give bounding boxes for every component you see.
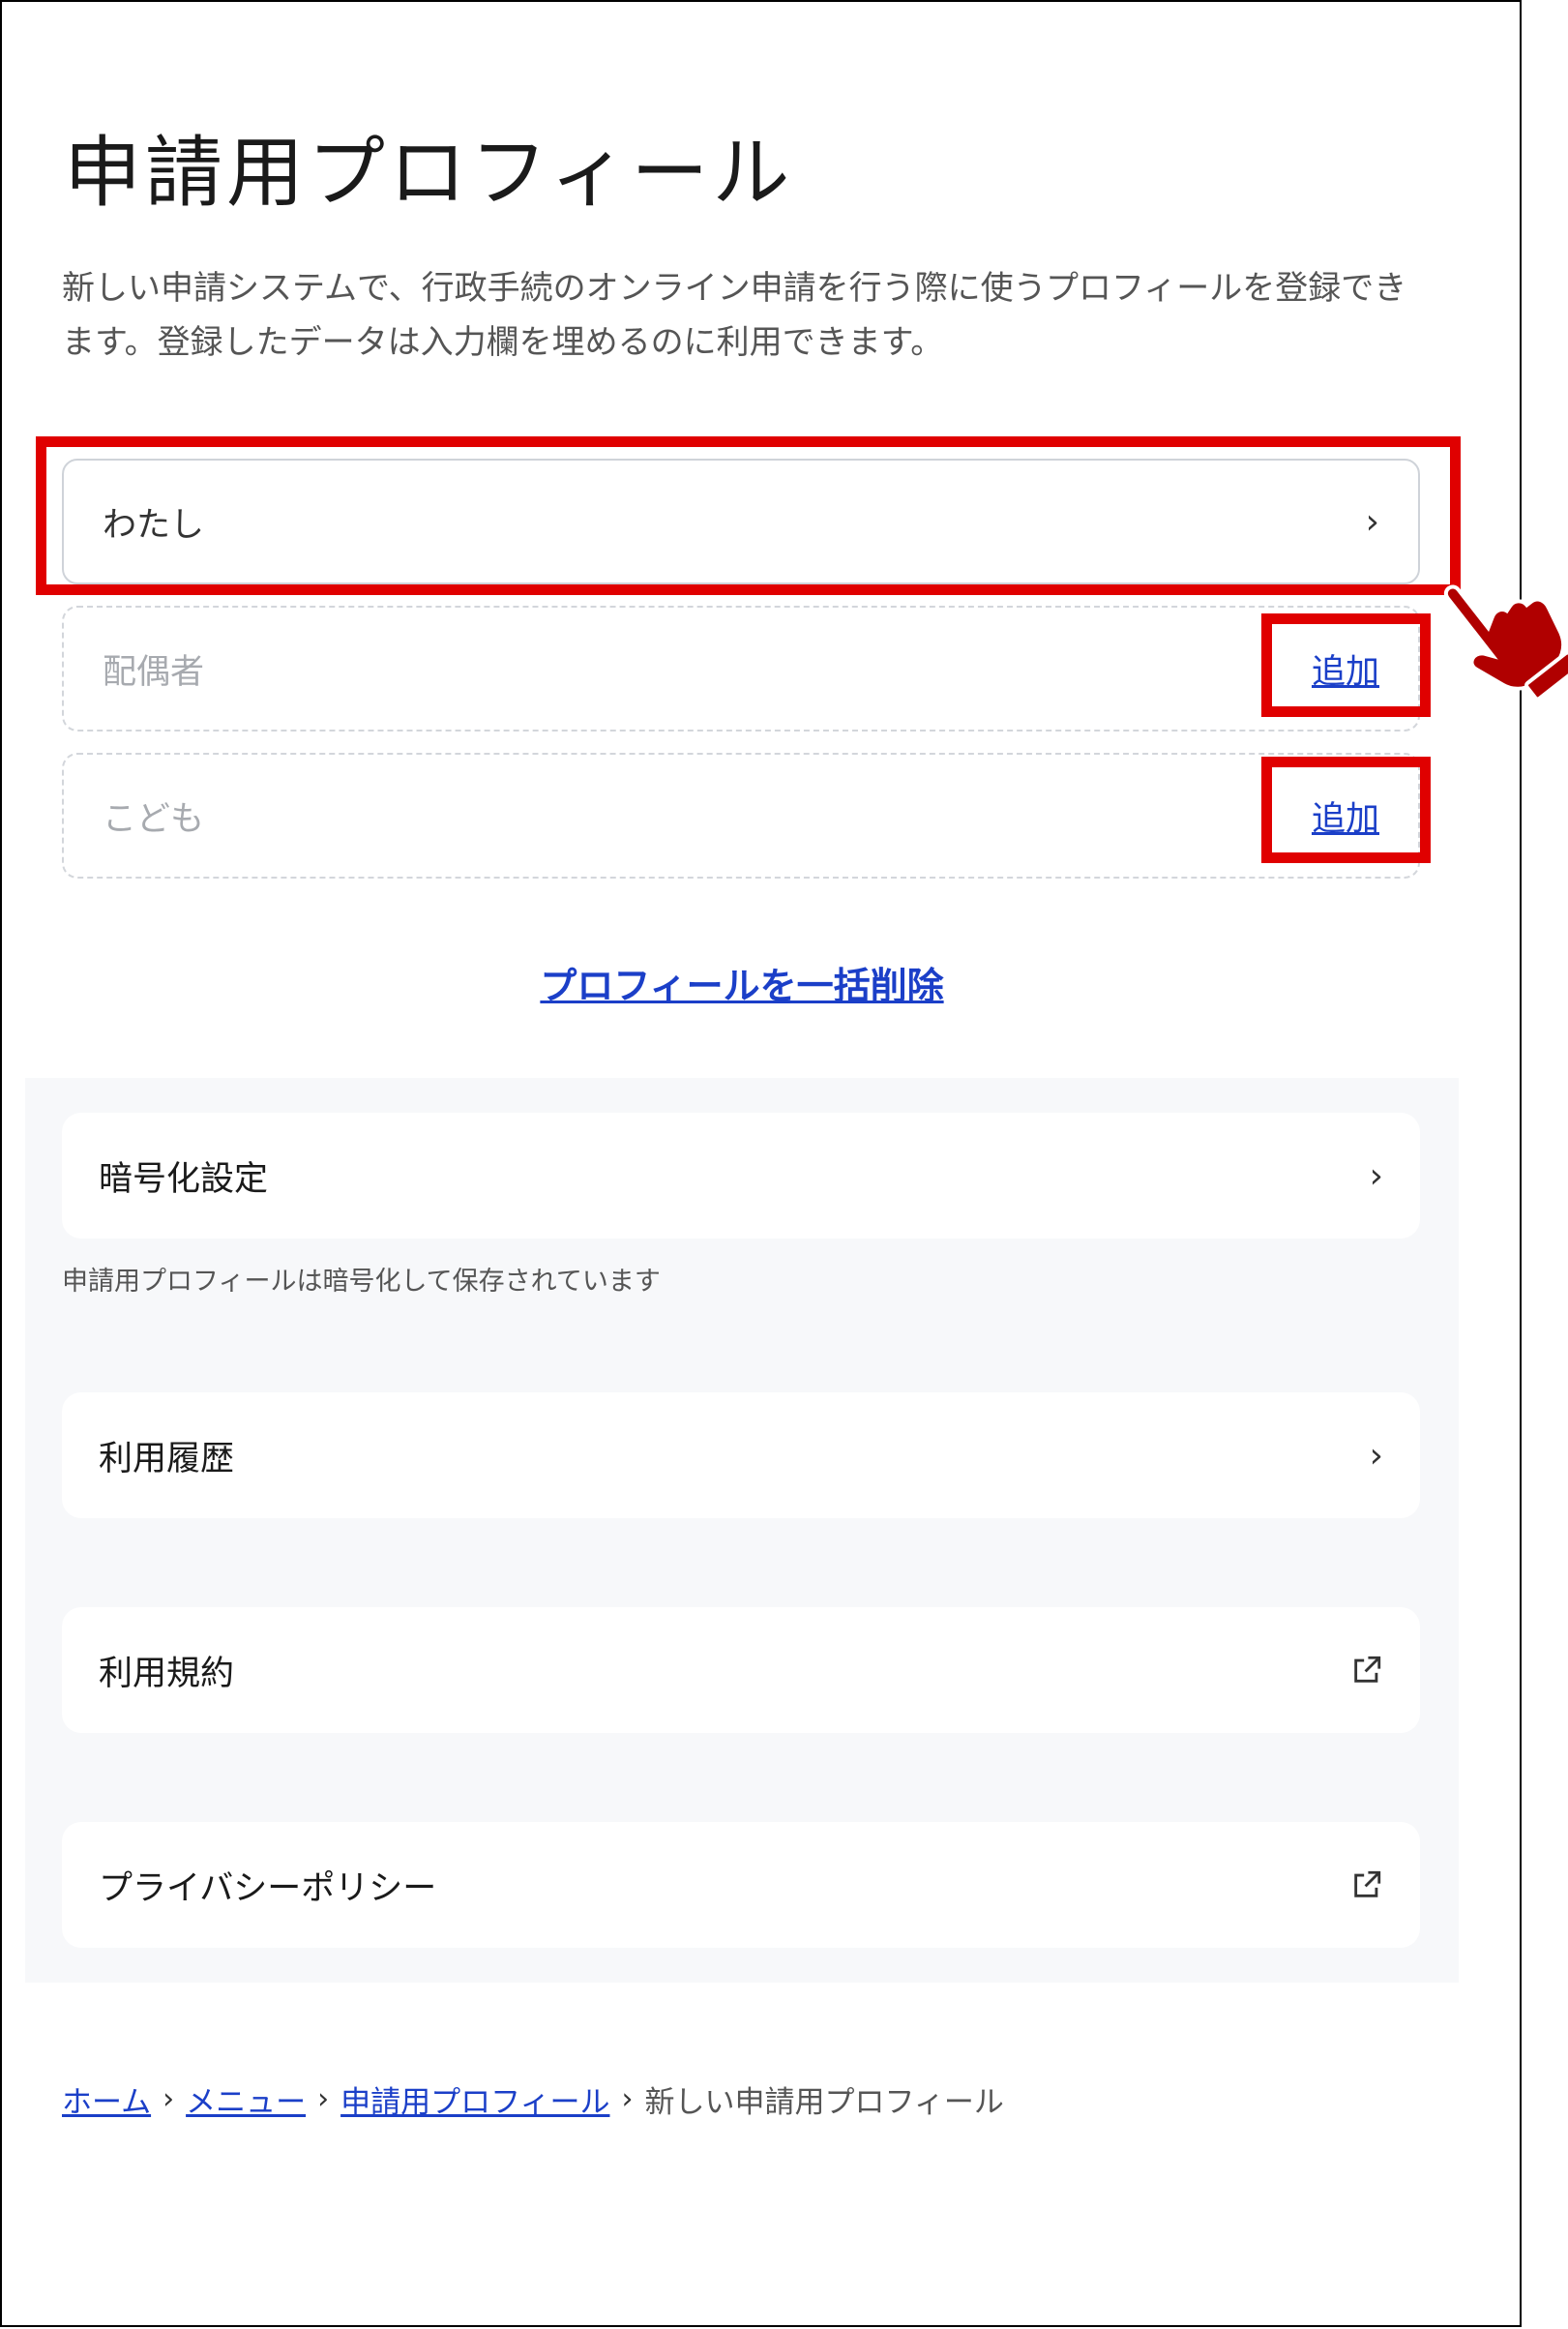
profile-card-me[interactable]: わたし › — [62, 459, 1420, 584]
chevron-right-icon: › — [1369, 1435, 1383, 1476]
add-spouse-link[interactable]: 追加 — [1312, 644, 1379, 694]
profile-label-spouse: 配偶者 — [103, 652, 205, 692]
menu-label-history: 利用履歴 — [99, 1439, 235, 1478]
profile-card-spouse: 配偶者 追加 — [62, 606, 1420, 732]
breadcrumb-profile[interactable]: 申請用プロフィール — [340, 2077, 609, 2121]
bulk-delete-link[interactable]: プロフィールを一括削除 — [2, 956, 1482, 1009]
menu-label-encryption: 暗号化設定 — [99, 1159, 269, 1199]
profile-card-child: こども 追加 — [62, 753, 1420, 879]
profile-label-child: こども — [103, 799, 205, 839]
menu-label-privacy: プライバシーポリシー — [99, 1868, 437, 1908]
chevron-right-icon: › — [1365, 501, 1379, 542]
page-frame: 申請用プロフィール 新しい申請システムで、行政手続のオンライン申請を行う際に使う… — [0, 0, 1522, 2327]
chevron-right-icon: › — [1369, 1155, 1383, 1196]
page-title: 申請用プロフィール — [64, 128, 794, 218]
external-link-icon — [1354, 1870, 1381, 1897]
menu-encryption[interactable]: 暗号化設定 › — [62, 1113, 1420, 1239]
breadcrumb-current: 新しい申請用プロフィール — [644, 2085, 1004, 2120]
menu-privacy[interactable]: プライバシーポリシー — [62, 1822, 1420, 1948]
page-description: 新しい申請システムで、行政手続のオンライン申請を行う際に使うプロフィールを登録で… — [62, 269, 1407, 362]
pointing-hand-icon — [1443, 584, 1568, 702]
chevron-right-icon: › — [163, 2082, 175, 2116]
chevron-right-icon: › — [621, 2082, 634, 2116]
menu-label-terms: 利用規約 — [99, 1654, 235, 1693]
encryption-note: 申請用プロフィールは暗号化して保存されています — [62, 1267, 661, 1297]
profile-label-me: わたし — [103, 505, 205, 545]
breadcrumb-menu[interactable]: メニュー — [186, 2077, 306, 2121]
menu-history[interactable]: 利用履歴 › — [62, 1392, 1420, 1518]
chevron-right-icon: › — [317, 2082, 330, 2116]
external-link-icon — [1354, 1656, 1381, 1683]
breadcrumb-home[interactable]: ホーム — [62, 2077, 151, 2121]
menu-terms[interactable]: 利用規約 — [62, 1607, 1420, 1733]
add-child-link[interactable]: 追加 — [1312, 791, 1379, 841]
breadcrumb: ホーム › メニュー › 申請用プロフィール › 新しい申請用プロフィール — [62, 2077, 1004, 2121]
